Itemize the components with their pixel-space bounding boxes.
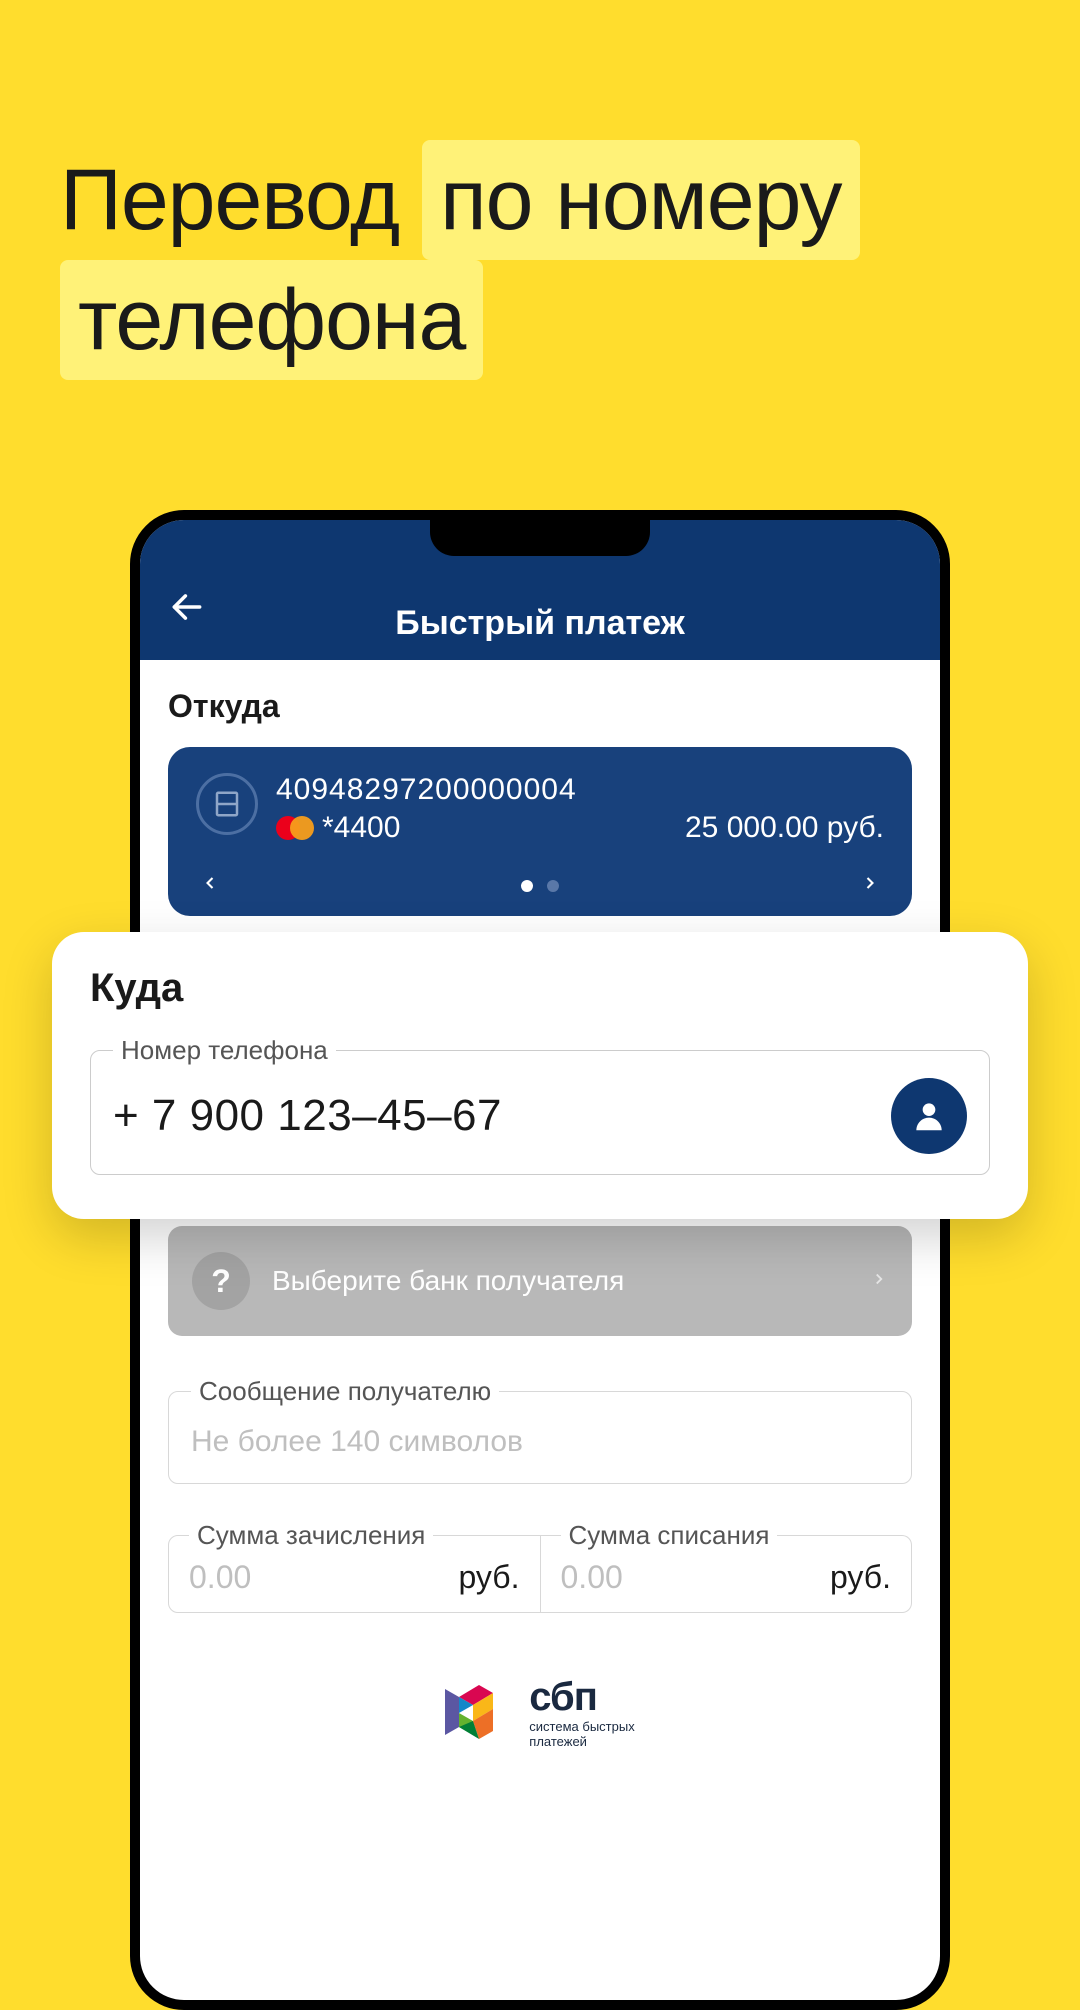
card-balance: 25 000.00 руб.: [685, 811, 884, 845]
person-icon: [910, 1097, 948, 1135]
to-label: Куда: [90, 966, 990, 1011]
select-recipient-bank[interactable]: ? Выберите банк получателя: [168, 1226, 912, 1336]
sbp-desc-2: платежей: [529, 1735, 634, 1749]
card-prev-icon[interactable]: [200, 873, 220, 898]
message-field[interactable]: Сообщение получателю Не более 140 символ…: [168, 1376, 912, 1484]
destination-card: Куда Номер телефона: [52, 932, 1028, 1219]
message-placeholder: Не более 140 символов: [191, 1419, 889, 1463]
from-label: Откуда: [168, 688, 912, 725]
phone-legend: Номер телефона: [113, 1035, 336, 1066]
hero-title: Перевод по номеру телефона: [0, 0, 1080, 380]
amount-credit-placeholder: 0.00: [189, 1559, 251, 1596]
message-legend: Сообщение получателю: [191, 1376, 499, 1407]
phone-field[interactable]: Номер телефона: [90, 1035, 990, 1175]
back-arrow-icon[interactable]: [168, 588, 206, 631]
dot: [547, 880, 559, 892]
phone-input[interactable]: [113, 1091, 871, 1141]
page-title: Быстрый платеж: [168, 578, 912, 643]
contacts-button[interactable]: [891, 1078, 967, 1154]
dot-active: [521, 880, 533, 892]
amount-credit-field[interactable]: Сумма зачисления 0.00 руб.: [168, 1520, 541, 1613]
mastercard-icon: [276, 816, 314, 840]
hero-lead: Перевод: [60, 152, 399, 248]
phone-notch: [430, 520, 650, 556]
amount-debit-unit: руб.: [830, 1559, 891, 1596]
card-next-icon[interactable]: [860, 873, 880, 898]
amounts-row: Сумма зачисления 0.00 руб. Сумма списани…: [168, 1520, 912, 1613]
sbp-name: сбп: [529, 1675, 634, 1720]
amount-credit-unit: руб.: [458, 1559, 519, 1596]
hero-highlight-2: телефона: [60, 260, 483, 380]
bank-icon: [196, 773, 258, 835]
amount-debit-legend: Сумма списания: [561, 1520, 778, 1551]
card-mask: *4400: [322, 811, 400, 845]
bank-select-label: Выберите банк получателя: [272, 1265, 848, 1297]
amount-credit-legend: Сумма зачисления: [189, 1520, 433, 1551]
card-number: 40948297200000004: [276, 773, 884, 807]
phone-mockup: Быстрый платеж Откуда 40948297200000004 …: [130, 510, 950, 2010]
sbp-logo: сбп система быстрых платежей: [140, 1673, 940, 1751]
source-card[interactable]: 40948297200000004 *4400 25 000.00 руб.: [168, 747, 912, 916]
from-section: Откуда 40948297200000004 *4400 25 000.00…: [140, 660, 940, 916]
hero-highlight-1: по номеру: [422, 140, 859, 260]
sbp-desc-1: система быстрых: [529, 1720, 634, 1734]
amount-debit-placeholder: 0.00: [561, 1559, 623, 1596]
card-pagination: [521, 880, 559, 892]
amount-debit-field[interactable]: Сумма списания 0.00 руб.: [541, 1520, 913, 1613]
chevron-right-icon: [870, 1270, 888, 1293]
sbp-icon: [445, 1673, 513, 1751]
question-icon: ?: [192, 1252, 250, 1310]
